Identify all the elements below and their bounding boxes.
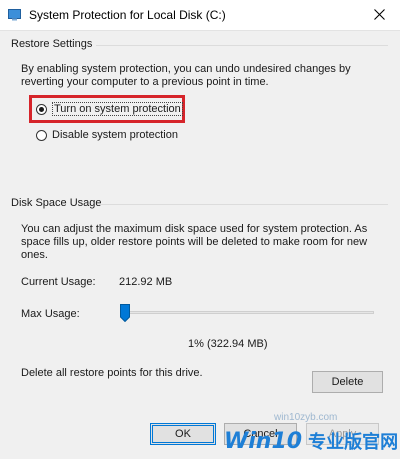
window-title: System Protection for Local Disk (C:) [29,8,226,22]
max-usage-readout: 1% (322.94 MB) [188,338,268,350]
restore-description-line-1: By enabling system protection, you can u… [21,63,351,75]
radio-button-selected[interactable] [36,103,47,115]
radio-label: Disable system protection [52,129,178,141]
max-usage-slider-track[interactable] [122,311,374,314]
watermark-suffix: 专业版官网 [308,432,399,453]
group-divider [99,204,388,205]
radio-disable-protection[interactable]: Disable system protection [36,127,178,143]
radio-turn-on-protection[interactable]: Turn on system protection [36,101,183,117]
delete-button[interactable]: Delete [312,371,383,393]
max-usage-slider-thumb[interactable] [120,304,131,322]
group-divider [96,45,388,46]
title-bar: System Protection for Local Disk (C:) [0,0,400,30]
disk-description-line-3: ones. [21,249,48,261]
ok-button-label: OK [175,428,191,440]
radio-button[interactable] [36,129,47,141]
close-button[interactable] [360,0,400,30]
watermark-brand: Win10 [224,428,303,454]
current-usage-label: Current Usage: [21,276,96,288]
restore-settings-heading: Restore Settings [11,38,93,50]
watermark-url: win10zyb.com [274,412,338,423]
radio-label: Turn on system protection [52,102,183,116]
disk-description-line-1: You can adjust the maximum disk space us… [21,223,368,235]
system-protection-icon [8,9,21,21]
disk-description-line-2: space fills up, older restore points wil… [21,236,368,248]
ok-button[interactable]: OK [150,423,216,445]
restore-description-line-2: reverting your computer to a previous po… [21,76,269,88]
disk-space-heading: Disk Space Usage [11,197,102,209]
current-usage-value: 212.92 MB [119,276,173,288]
close-icon [374,9,385,20]
max-usage-label: Max Usage: [21,308,80,320]
watermark-logo: Win10 专业版官网 [224,424,398,458]
delete-description: Delete all restore points for this drive… [21,367,203,379]
